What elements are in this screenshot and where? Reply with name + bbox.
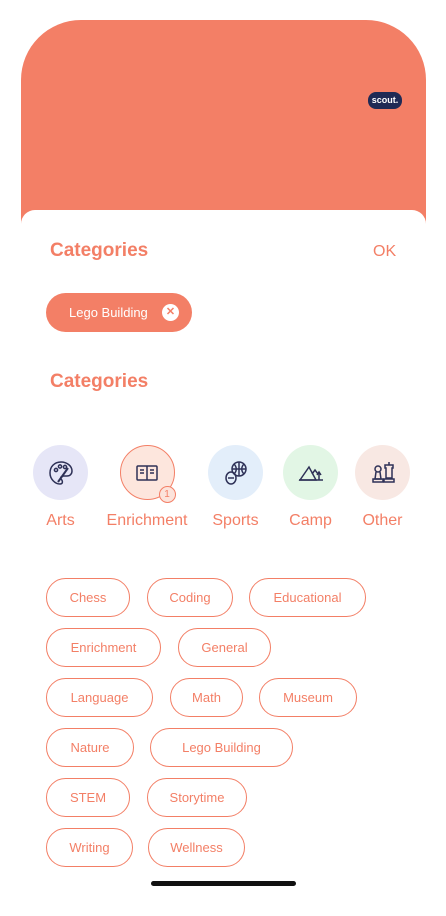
tag-general[interactable]: General bbox=[178, 628, 271, 667]
tag-chess[interactable]: Chess bbox=[46, 578, 130, 617]
section-title: Categories bbox=[50, 371, 149, 392]
category-enrichment[interactable]: 1 Enrichment bbox=[105, 445, 189, 530]
tag-enrichment[interactable]: Enrichment bbox=[46, 628, 161, 667]
tag-stem[interactable]: STEM bbox=[46, 778, 130, 817]
tag-museum[interactable]: Museum bbox=[259, 678, 357, 717]
category-other[interactable]: Other bbox=[355, 445, 410, 530]
book-icon: 1 bbox=[119, 445, 176, 503]
category-label: Other bbox=[362, 512, 403, 529]
category-camp[interactable]: Camp bbox=[283, 445, 338, 530]
tag-wellness[interactable]: Wellness bbox=[148, 828, 245, 867]
tag-coding[interactable]: Coding bbox=[147, 578, 233, 617]
category-label: Enrichment bbox=[106, 512, 188, 529]
tag-language[interactable]: Language bbox=[46, 678, 153, 717]
palette-icon bbox=[33, 445, 88, 500]
selection-count-badge: 1 bbox=[158, 486, 176, 503]
sports-balls-icon bbox=[208, 445, 263, 500]
category-sports[interactable]: Sports bbox=[208, 445, 263, 530]
sheet-title: Categories bbox=[50, 240, 149, 261]
tag-nature[interactable]: Nature bbox=[46, 728, 134, 767]
tag-lego-building[interactable]: Lego Building bbox=[150, 728, 293, 767]
home-indicator[interactable] bbox=[151, 881, 296, 886]
tent-icon bbox=[283, 445, 338, 500]
category-label: Arts bbox=[46, 512, 75, 529]
tag-math[interactable]: Math bbox=[170, 678, 243, 717]
scout-logo: scout. bbox=[368, 92, 402, 109]
chess-icon bbox=[355, 445, 410, 500]
category-label: Sports bbox=[212, 512, 259, 529]
category-arts[interactable]: Arts bbox=[33, 445, 88, 530]
tag-storytime[interactable]: Storytime bbox=[147, 778, 247, 817]
tag-educational[interactable]: Educational bbox=[249, 578, 366, 617]
category-label: Camp bbox=[289, 512, 332, 529]
ok-button[interactable]: OK bbox=[373, 243, 396, 261]
tag-writing[interactable]: Writing bbox=[46, 828, 133, 867]
selected-chip-label: Lego Building bbox=[69, 305, 148, 320]
selected-chip-lego-building[interactable]: Lego Building ✕ bbox=[46, 293, 192, 332]
close-icon[interactable]: ✕ bbox=[162, 304, 179, 321]
